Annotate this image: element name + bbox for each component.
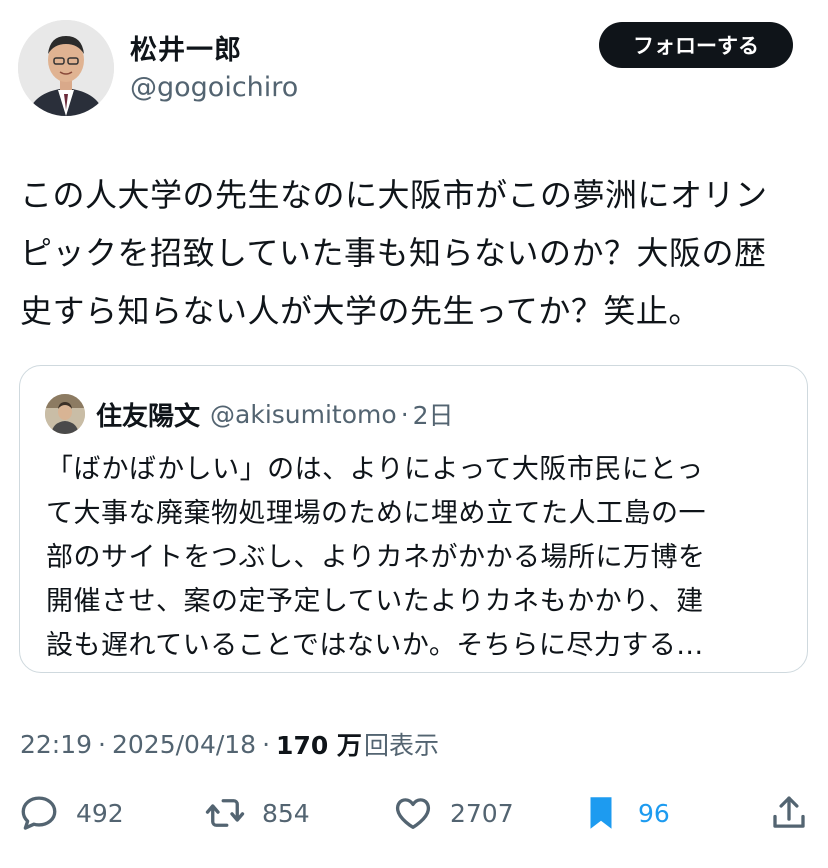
reply-button[interactable]: 492 [18,790,124,836]
share-icon [773,796,805,828]
like-button[interactable]: 2707 [392,790,514,836]
views-count[interactable]: 170 万 [276,726,362,762]
author-handle[interactable]: @gogoichiro [130,72,298,103]
author-avatar[interactable] [18,20,114,116]
follow-button[interactable]: フォローする [599,22,793,68]
tweet-meta: 22:19 · 2025/04/18 · 170 万 回表示 [20,726,439,762]
quote-author-photo [45,394,85,434]
bookmark-button[interactable]: 96 [580,790,670,836]
quote-author-handle: @akisumitomo [210,399,397,429]
meta-separator: · [98,729,106,759]
views-label: 回表示 [363,731,439,760]
quote-text: 「ばかばかしい」のは、よりによって大阪市民にとっ て大事な廃棄物処理場のために埋… [46,454,706,661]
quote-separator: · [400,399,409,429]
bookmark-count: 96 [638,798,670,828]
like-count: 2707 [450,798,514,828]
reply-icon [21,796,57,830]
quote-author-name: 住友陽文 [96,401,201,432]
tweet-date[interactable]: 2025/04/18 [112,730,256,759]
tweet-time[interactable]: 22:19 [20,730,92,759]
repost-icon [205,799,245,827]
quote-author-avatar [45,394,85,434]
heart-icon [395,798,431,830]
repost-count: 854 [262,798,310,828]
author-photo [18,20,114,116]
meta-separator: · [262,729,271,759]
share-button[interactable] [768,790,810,836]
repost-button[interactable]: 854 [204,790,310,836]
quoted-tweet[interactable]: 住友陽文 @akisumitomo · 2日 「ばかばかしい」のは、よりによって… [19,365,808,673]
reply-count: 492 [76,798,124,828]
quote-timestamp: 2日 [412,401,454,430]
author-name[interactable]: 松井一郎 [130,28,242,67]
tweet-text: この人大学の先生なのに大阪市がこの夢洲にオリン ピックを招致していた事も知らない… [20,176,768,330]
quote-header: 住友陽文 @akisumitomo · 2日 [96,394,454,434]
bookmark-icon [590,797,612,829]
